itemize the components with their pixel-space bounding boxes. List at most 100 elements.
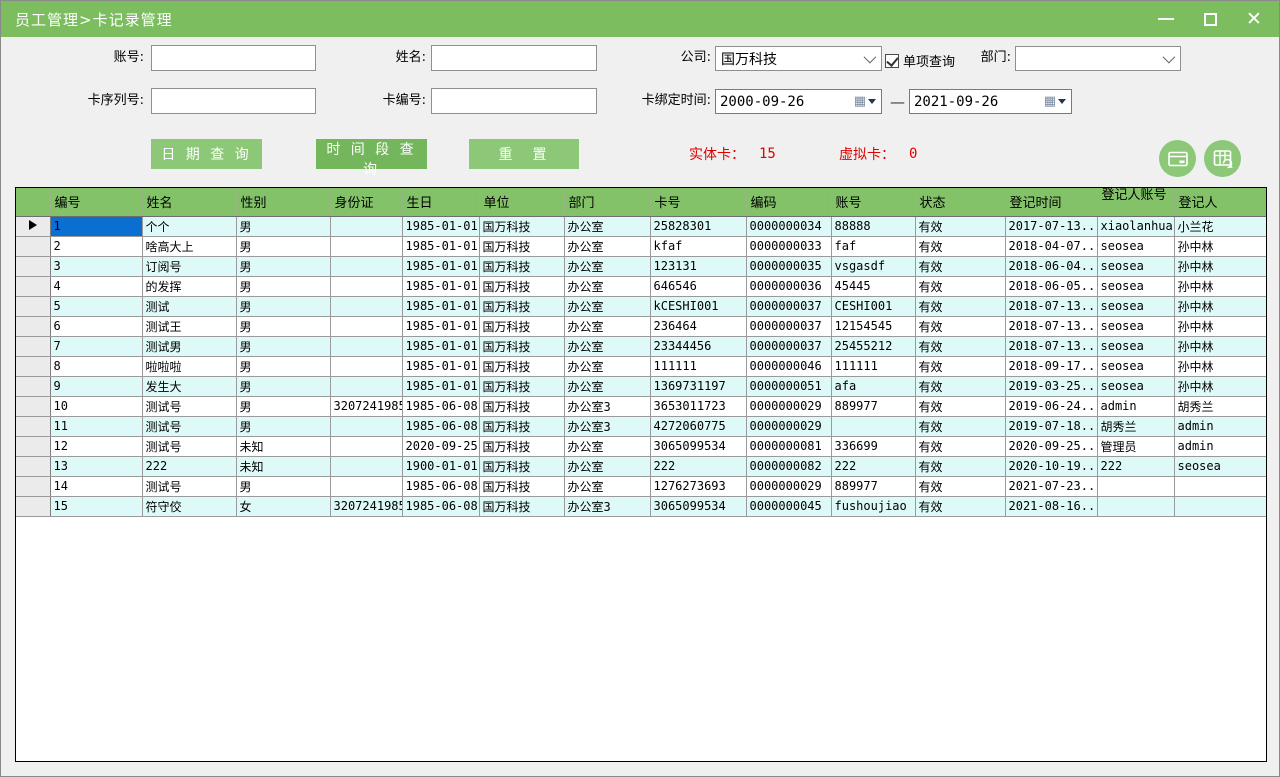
table-cell[interactable]: 0000000081	[746, 436, 831, 456]
table-cell[interactable]: 小兰花	[1174, 216, 1267, 236]
table-cell[interactable]: 889977	[831, 396, 915, 416]
table-cell[interactable]: 0000000082	[746, 456, 831, 476]
table-cell[interactable]: 啥高大上	[142, 236, 236, 256]
table-cell[interactable]: 336699	[831, 436, 915, 456]
table-cell[interactable]	[1097, 496, 1174, 516]
table-cell[interactable]: 2018-07-13...	[1005, 316, 1097, 336]
table-cell[interactable]	[1097, 476, 1174, 496]
bind-time-from-picker[interactable]: 2000-09-26 ▦	[715, 89, 882, 114]
table-cell[interactable]: 2018-07-13...	[1005, 336, 1097, 356]
table-cell[interactable]: 办公室	[564, 216, 650, 236]
row-selector[interactable]	[16, 356, 50, 376]
table-cell[interactable]: 男	[236, 396, 330, 416]
select-all-corner[interactable]	[16, 188, 50, 216]
table-cell[interactable]: 符守佼	[142, 496, 236, 516]
table-cell[interactable]: 14	[50, 476, 142, 496]
table-cell[interactable]: kCESHI001	[650, 296, 746, 316]
table-cell[interactable]: seosea	[1097, 296, 1174, 316]
table-cell[interactable]: 2019-07-18...	[1005, 416, 1097, 436]
table-cell[interactable]: 1985-01-01	[402, 336, 479, 356]
table-cell[interactable]: 有效	[915, 496, 1005, 516]
column-header-14[interactable]: 登记人	[1174, 188, 1267, 216]
table-cell[interactable]: 1985-06-08	[402, 396, 479, 416]
table-cell[interactable]: 0000000036	[746, 276, 831, 296]
table-cell[interactable]: 0000000045	[746, 496, 831, 516]
table-cell[interactable]: 国万科技	[479, 496, 564, 516]
table-cell[interactable]: 孙中林	[1174, 336, 1267, 356]
table-cell[interactable]: 测试号	[142, 436, 236, 456]
table-cell[interactable]	[330, 336, 402, 356]
table-cell[interactable]: 国万科技	[479, 236, 564, 256]
table-cell[interactable]: 测试男	[142, 336, 236, 356]
table-cell[interactable]: 国万科技	[479, 256, 564, 276]
table-cell[interactable]: 222	[1097, 456, 1174, 476]
table-cell[interactable]: 88888	[831, 216, 915, 236]
table-cell[interactable]: 有效	[915, 276, 1005, 296]
company-select[interactable]: 国万科技	[715, 46, 882, 71]
table-cell[interactable]: seosea	[1097, 256, 1174, 276]
table-cell[interactable]: 孙中林	[1174, 276, 1267, 296]
table-cell[interactable]: 男	[236, 216, 330, 236]
table-cell[interactable]: 有效	[915, 296, 1005, 316]
table-cell[interactable]: 1985-06-08	[402, 416, 479, 436]
table-cell[interactable]: 国万科技	[479, 396, 564, 416]
table-cell[interactable]: 2021-07-23...	[1005, 476, 1097, 496]
table-cell[interactable]: 办公室	[564, 336, 650, 356]
table-cell[interactable]: 222	[831, 456, 915, 476]
table-cell[interactable]: 0000000037	[746, 336, 831, 356]
table-cell[interactable]: 1	[50, 216, 142, 236]
table-cell[interactable]: 25455212	[831, 336, 915, 356]
table-cell[interactable]: 男	[236, 356, 330, 376]
row-selector[interactable]	[16, 256, 50, 276]
table-cell[interactable]: 4272060775	[650, 416, 746, 436]
table-cell[interactable]	[330, 436, 402, 456]
table-cell[interactable]: 有效	[915, 456, 1005, 476]
table-cell[interactable]: 孙中林	[1174, 256, 1267, 276]
table-cell[interactable]: 1276273693	[650, 476, 746, 496]
date-query-button[interactable]: 日 期 查 询	[151, 139, 262, 169]
table-cell[interactable]: 的发挥	[142, 276, 236, 296]
table-cell[interactable]: 12	[50, 436, 142, 456]
table-cell[interactable]: 女	[236, 496, 330, 516]
table-export-button[interactable]	[1204, 140, 1241, 177]
table-cell[interactable]: 2021-08-16...	[1005, 496, 1097, 516]
table-cell[interactable]: seosea	[1174, 456, 1267, 476]
column-header-1[interactable]: 编号	[50, 188, 142, 216]
table-cell[interactable]: 男	[236, 276, 330, 296]
row-selector[interactable]	[16, 416, 50, 436]
table-cell[interactable]: 有效	[915, 356, 1005, 376]
name-input[interactable]	[431, 45, 597, 71]
table-cell[interactable]: 0000000029	[746, 476, 831, 496]
table-cell[interactable]: 2017-07-13...	[1005, 216, 1097, 236]
table-cell[interactable]: 3065099534	[650, 496, 746, 516]
table-cell[interactable]: 办公室	[564, 256, 650, 276]
account-input[interactable]	[151, 45, 316, 71]
table-cell[interactable]	[330, 376, 402, 396]
table-cell[interactable]: 1985-01-01	[402, 296, 479, 316]
table-cell[interactable]: 6	[50, 316, 142, 336]
table-cell[interactable]: 1985-01-01	[402, 356, 479, 376]
table-cell[interactable]: 0000000037	[746, 316, 831, 336]
table-cell[interactable]	[330, 216, 402, 236]
table-cell[interactable]: 有效	[915, 216, 1005, 236]
table-cell[interactable]: 胡秀兰	[1097, 416, 1174, 436]
table-cell[interactable]: 45445	[831, 276, 915, 296]
table-cell[interactable]: 3	[50, 256, 142, 276]
table-cell[interactable]: 测试号	[142, 396, 236, 416]
table-cell[interactable]	[330, 296, 402, 316]
table-cell[interactable]: 1985-06-08	[402, 496, 479, 516]
table-cell[interactable]: 办公室	[564, 296, 650, 316]
column-header-2[interactable]: 姓名	[142, 188, 236, 216]
table-cell[interactable]: 889977	[831, 476, 915, 496]
table-cell[interactable]: seosea	[1097, 336, 1174, 356]
table-cell[interactable]: 国万科技	[479, 416, 564, 436]
table-cell[interactable]: 2019-03-25...	[1005, 376, 1097, 396]
table-cell[interactable]	[330, 416, 402, 436]
card-no-input[interactable]	[431, 88, 597, 114]
table-cell[interactable]: 2020-09-25	[402, 436, 479, 456]
table-cell[interactable]: 办公室	[564, 476, 650, 496]
table-cell[interactable]: 3065099534	[650, 436, 746, 456]
table-cell[interactable]: 0000000033	[746, 236, 831, 256]
table-cell[interactable]: 有效	[915, 376, 1005, 396]
table-cell[interactable]: CESHI001	[831, 296, 915, 316]
